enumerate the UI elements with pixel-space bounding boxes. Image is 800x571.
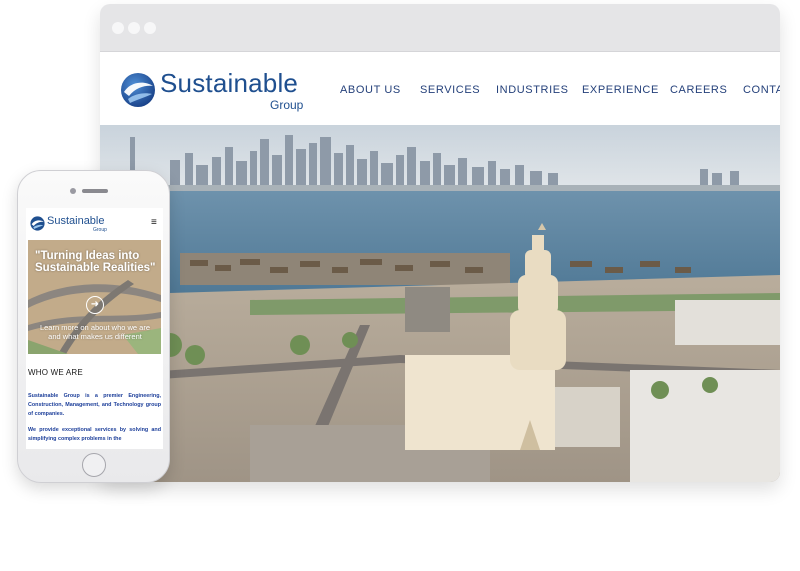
phone-home-button [82, 453, 106, 477]
mobile-logo-wordmark: Sustainable [47, 215, 105, 227]
window-dot-icon [128, 22, 140, 34]
who-we-are-heading: WHO WE ARE [28, 368, 83, 377]
mobile-hero-subtitle: Learn more on about who we are and what … [39, 323, 151, 341]
nav-item-contact[interactable]: CONTA [743, 84, 780, 96]
globe-logo-icon [30, 216, 45, 231]
logo-subtitle: Group [270, 98, 304, 112]
who-we-are-paragraph: We provide exceptional services by solvi… [28, 427, 161, 442]
hamburger-icon[interactable]: ≡ [151, 217, 157, 228]
mobile-screen: Sustainable Group ≡ "Turning Ideas into … [26, 208, 163, 449]
who-we-are-paragraph: Sustainable Group is a premier Engineeri… [28, 393, 161, 417]
nav-item-about-us[interactable]: ABOUT US [340, 84, 401, 96]
globe-logo-icon [121, 73, 155, 107]
mobile-hero-title: "Turning Ideas into Sustainable Realitie… [35, 250, 156, 274]
hero-aerial-city-image [100, 125, 780, 482]
phone-camera-icon [70, 188, 76, 194]
mobile-logo-subtitle: Group [93, 227, 107, 233]
mobile-phone-mockup: Sustainable Group ≡ "Turning Ideas into … [17, 170, 170, 483]
nav-item-careers[interactable]: CAREERS [670, 84, 727, 96]
nav-item-services[interactable]: SERVICES [420, 84, 480, 96]
mobile-hero-banner: "Turning Ideas into Sustainable Realitie… [28, 240, 161, 354]
phone-speaker [82, 189, 108, 193]
mobile-site-logo[interactable]: Sustainable Group [30, 215, 120, 234]
site-logo[interactable]: Sustainable Group [120, 66, 303, 114]
browser-title-bar [100, 4, 780, 52]
logo-wordmark: Sustainable [160, 68, 299, 98]
window-dot-icon [144, 22, 156, 34]
desktop-browser-mockup: Sustainable Group ABOUT US SERVICES INDU… [100, 4, 780, 482]
window-dot-icon [112, 22, 124, 34]
mobile-site-header: Sustainable Group ≡ [26, 208, 163, 238]
site-header: Sustainable Group ABOUT US SERVICES INDU… [100, 52, 780, 125]
nav-item-industries[interactable]: INDUSTRIES [496, 84, 569, 96]
arrow-right-icon[interactable]: ➜ [86, 296, 104, 314]
nav-item-experience[interactable]: EXPERIENCE [582, 84, 659, 96]
